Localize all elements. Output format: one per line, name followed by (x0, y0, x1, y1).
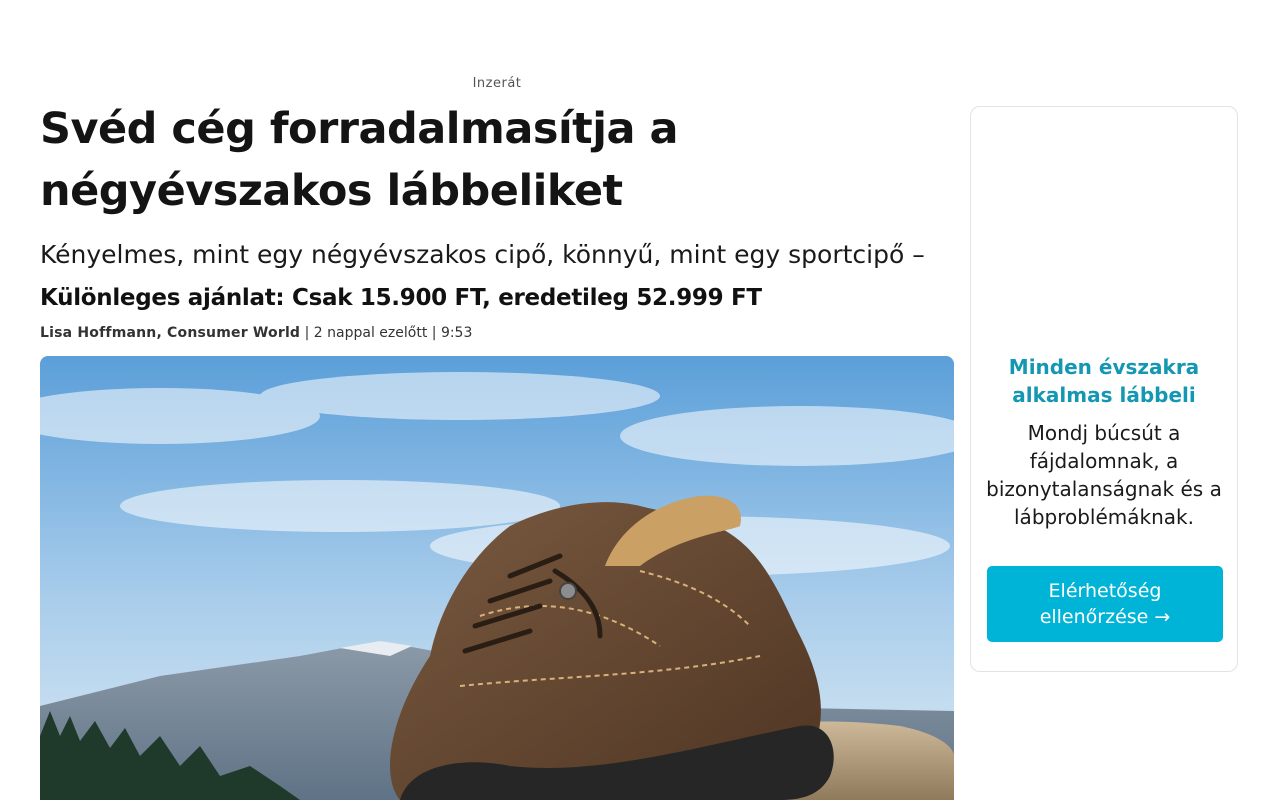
card-title: Minden évszakra alkalmas lábbeli (1008, 355, 1200, 407)
special-offer: Különleges ajánlat: Csak 15.900 FT, ered… (40, 285, 762, 311)
byline-separator: | (427, 325, 441, 341)
card-image-placeholder (971, 107, 1237, 343)
check-availability-button[interactable]: Elérhetőség ellenőrzése → (987, 566, 1223, 642)
ad-label: Inzerát (472, 76, 522, 91)
byline-date: 2 nappal ezelőtt (313, 325, 428, 341)
sidebar-ad-card: Minden évszakra alkalmas lábbeli Mondj b… (970, 106, 1238, 672)
hero-image[interactable] (40, 356, 954, 800)
card-description: Mondj búcsút a fájdalomnak, a bizonytala… (986, 421, 1222, 529)
byline: Lisa Hoffmann, Consumer World | 2 nappal… (40, 325, 472, 341)
byline-author[interactable]: Lisa Hoffmann, Consumer World (40, 325, 300, 341)
article-page: Inzerát Svéd cég forradalmasítja a négyé… (0, 0, 1280, 800)
byline-time: 9:53 (440, 325, 473, 341)
shoe-photo (40, 356, 954, 800)
byline-separator: | (300, 325, 314, 341)
article-headline: Svéd cég forradalmasítja a négyévszakos … (40, 104, 678, 216)
article-subheadline: Kényelmes, mint egy négyévszakos cipő, k… (40, 240, 925, 269)
